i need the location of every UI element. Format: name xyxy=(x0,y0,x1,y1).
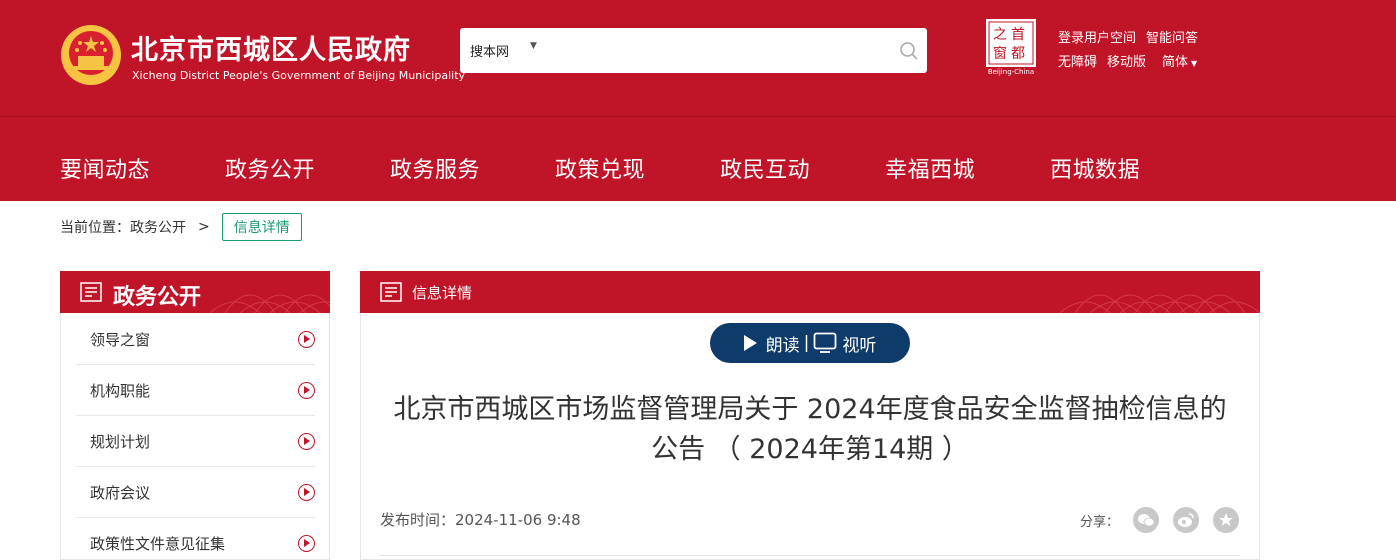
listen-watch-bar: 朗读 | 视听 xyxy=(710,323,910,363)
nav-item-services[interactable]: 政务服务 xyxy=(390,152,480,184)
article-divider xyxy=(380,555,1240,556)
sidebar-item-label: 规划计划 xyxy=(90,432,151,451)
nav-item-policy[interactable]: 政策兑现 xyxy=(555,152,645,184)
sidebar-header: 政务公开 xyxy=(60,271,330,313)
share-bar: 分享： xyxy=(1080,507,1240,533)
play-circle-icon xyxy=(298,534,315,552)
article-header: 信息详情 xyxy=(360,271,1260,313)
sidebar-item-plans[interactable]: 规划计划 xyxy=(76,416,315,467)
search-icon[interactable] xyxy=(898,40,920,62)
tv-icon[interactable] xyxy=(813,332,837,354)
wechat-icon[interactable] xyxy=(1133,507,1160,533)
national-emblem-icon[interactable] xyxy=(60,24,122,86)
document-icon xyxy=(80,282,102,302)
play-circle-icon xyxy=(298,381,315,399)
sidebar-item-label: 机构职能 xyxy=(90,381,151,400)
main-nav: 要闻动态 政务公开 政务服务 政策兑现 政民互动 幸福西城 西城数据 xyxy=(60,152,1215,184)
play-icon[interactable] xyxy=(743,335,757,351)
capital-window-logo[interactable]: 首 之 都 窗 Beijing-China xyxy=(983,18,1039,76)
article-title-line: 公告 （ 2024年第14期 ） xyxy=(651,434,969,465)
article-title-line: 北京市西城区市场监督管理局关于 2024年度食品安全监督抽检信息的 xyxy=(393,394,1227,425)
sidebar-title: 政务公开 xyxy=(113,285,202,310)
capital-logo-char: 之 xyxy=(993,27,1007,43)
accessibility-link[interactable]: 无障碍 xyxy=(1058,51,1097,70)
sidebar-list: 领导之窗 机构职能 规划计划 政府会议 政策性文件意见征集 xyxy=(76,314,315,560)
read-aloud-button[interactable]: 朗读 xyxy=(766,331,800,356)
breadcrumb-path[interactable]: 当前位置：政务公开 xyxy=(60,217,186,237)
article-header-title: 信息详情 xyxy=(412,284,473,302)
document-icon xyxy=(380,282,402,302)
site-subtitle: Xicheng District People's Government of … xyxy=(132,69,466,82)
top-links: 登录用户空间 智能问答 无障碍 移动版 简体 ▼ xyxy=(1058,24,1198,72)
mobile-link[interactable]: 移动版 xyxy=(1107,51,1146,70)
language-select[interactable]: 简体 ▼ xyxy=(1162,51,1197,70)
breadcrumb-current: 信息详情 xyxy=(221,213,302,241)
capital-logo-char: 首 xyxy=(1011,27,1025,43)
search-input[interactable] xyxy=(552,36,882,65)
language-select-label: 简体 xyxy=(1162,54,1189,70)
sidebar-item-consultation[interactable]: 政策性文件意见征集 xyxy=(76,518,315,560)
search-box: 搜本网 ▼ xyxy=(460,28,927,73)
nav-item-open-gov[interactable]: 政务公开 xyxy=(225,152,315,184)
nav-item-news[interactable]: 要闻动态 xyxy=(60,152,150,184)
nav-item-data[interactable]: 西城数据 xyxy=(1050,152,1140,184)
login-link[interactable]: 登录用户空间 xyxy=(1058,27,1136,46)
nav-item-interaction[interactable]: 政民互动 xyxy=(720,152,810,184)
sidebar-item-label: 政策性文件意见征集 xyxy=(90,534,226,553)
publish-time: 发布时间：2024-11-06 9:48 xyxy=(380,511,581,529)
video-button[interactable]: 视听 xyxy=(842,331,876,356)
sidebar-item-label: 政府会议 xyxy=(90,483,151,502)
header-divider xyxy=(0,116,1396,117)
capital-logo-caption: Beijing-China xyxy=(988,68,1034,76)
chevron-down-icon[interactable]: ▼ xyxy=(530,41,537,51)
play-circle-icon xyxy=(298,483,315,501)
nav-item-happy-xicheng[interactable]: 幸福西城 xyxy=(885,152,975,184)
wave-pattern xyxy=(1059,294,1260,313)
sidebar-item-leaders[interactable]: 领导之窗 xyxy=(76,314,315,365)
pill-separator: | xyxy=(803,333,810,353)
breadcrumb: 当前位置：政务公开 > 信息详情 xyxy=(60,213,302,241)
site-title[interactable]: 北京市西城区人民政府 xyxy=(131,28,411,67)
capital-logo-char: 都 xyxy=(1011,46,1025,62)
sidebar-item-label: 领导之窗 xyxy=(90,330,151,349)
article-title: 北京市西城区市场监督管理局关于 2024年度食品安全监督抽检信息的 公告 （ 2… xyxy=(370,390,1250,470)
weibo-icon[interactable] xyxy=(1173,507,1200,533)
sidebar-item-meetings[interactable]: 政府会议 xyxy=(76,467,315,518)
smart-qa-link[interactable]: 智能问答 xyxy=(1146,27,1198,46)
favorite-star-icon[interactable] xyxy=(1213,507,1240,533)
share-label: 分享： xyxy=(1080,514,1120,530)
play-circle-icon xyxy=(298,432,315,450)
play-circle-icon xyxy=(298,330,315,348)
search-scope-select[interactable]: 搜本网 xyxy=(470,41,509,60)
sidebar-item-functions[interactable]: 机构职能 xyxy=(76,365,315,416)
breadcrumb-separator: > xyxy=(198,219,210,235)
capital-logo-char: 窗 xyxy=(993,45,1007,62)
chevron-down-icon: ▼ xyxy=(1191,58,1198,68)
